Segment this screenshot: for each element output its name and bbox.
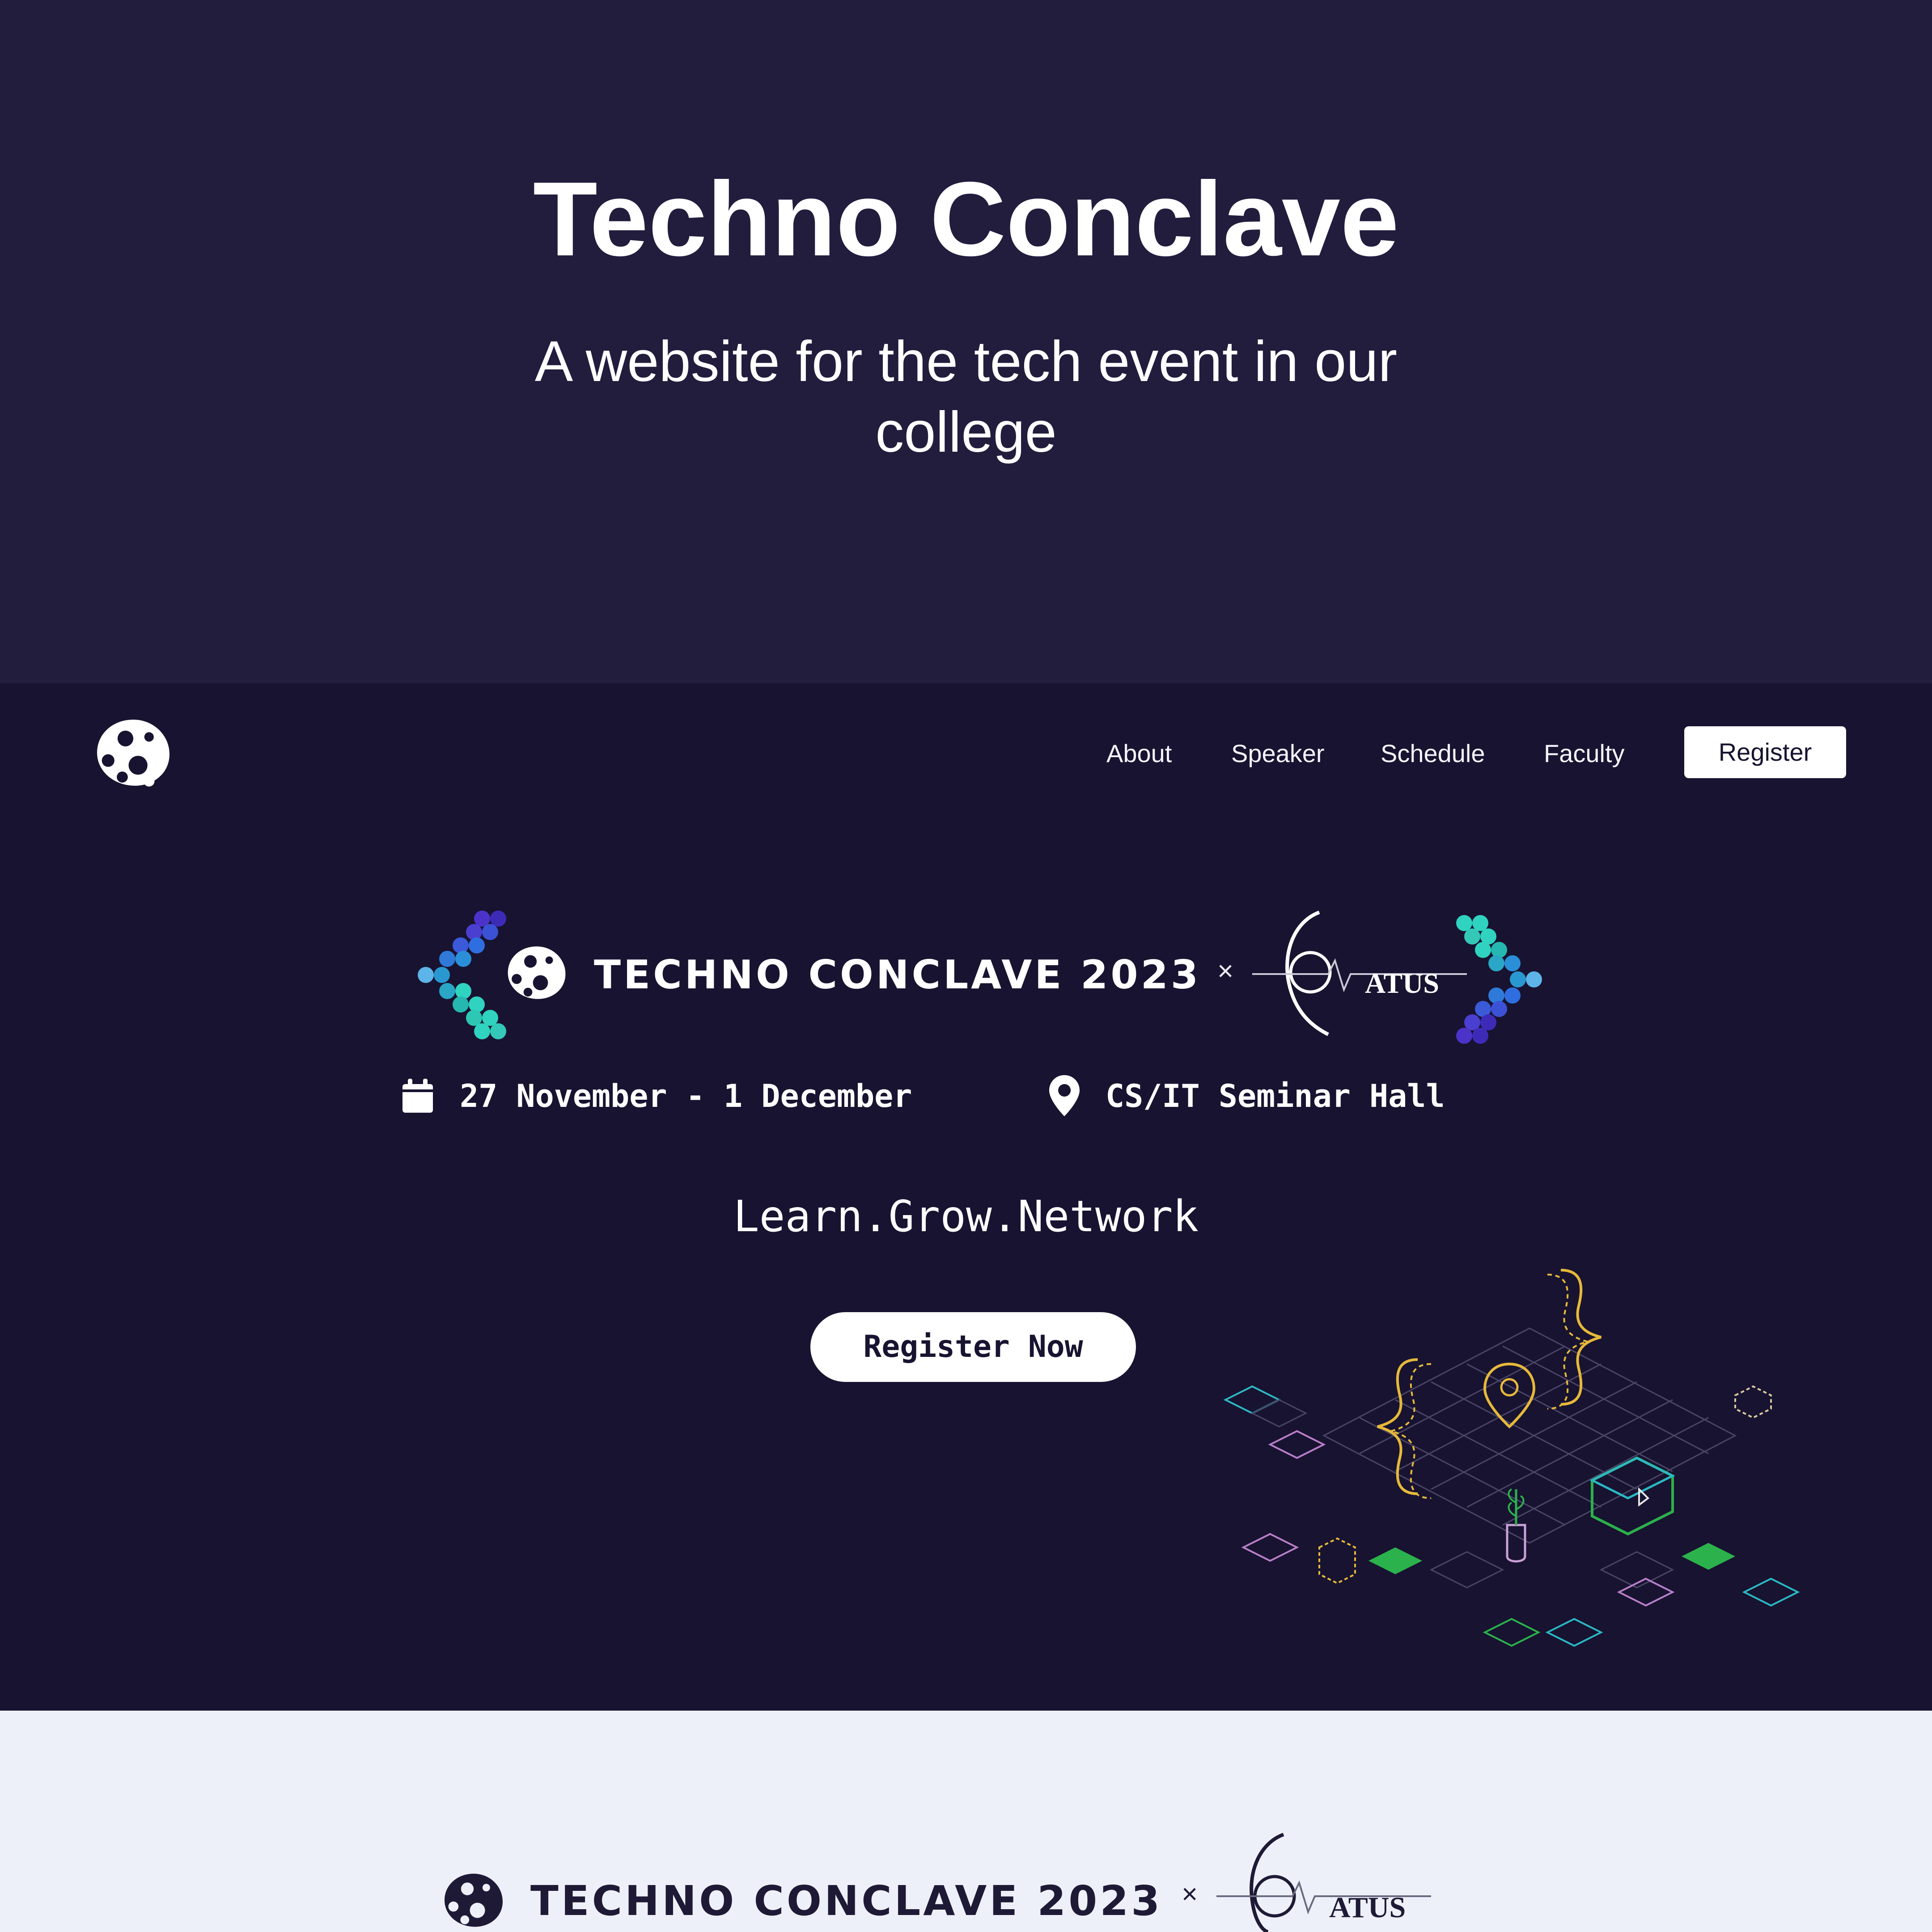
hero-tagline: Learn.Grow.Network [733,1191,1199,1241]
pixel-left-chevron-icon [418,911,506,1039]
nav-schedule[interactable]: Schedule [1381,738,1485,769]
nav-about[interactable]: About [1106,738,1172,769]
community-logo-icon [508,946,566,999]
event-venue: CS/IT Seminar Hall [1106,1078,1445,1114]
register-now-button[interactable]: Register Now [810,1312,1136,1382]
page-subtitle: A website for the tech event in our coll… [534,330,1398,464]
collab-symbol: × [1217,956,1234,987]
partner-name: ATUS [1365,967,1439,999]
isometric-tech-illustration [1223,1269,1800,1647]
calendar-icon [402,1079,433,1113]
banner-event-title: TECHNO CONCLAVE 2023 [594,952,1201,998]
nav-register-button[interactable]: Register [1684,726,1846,778]
footer-partner-name: ATUS [1329,1891,1406,1924]
footer-collab-symbol: × [1182,1879,1198,1910]
event-date: 27 November - 1 December [460,1078,912,1114]
footer-event-title: TECHNO CONCLAVE 2023 [530,1877,1163,1925]
top-nav: About Speaker Schedule Faculty [0,738,1932,769]
page-title: Techno Conclave [533,160,1399,278]
pixel-right-chevron-icon [1456,915,1542,1044]
community-logo-icon [445,1873,503,1927]
nav-speaker[interactable]: Speaker [1231,738,1325,769]
map-pin-icon [1049,1075,1080,1116]
intro-section: Techno Conclave A website for the tech e… [0,0,1932,683]
nav-faculty[interactable]: Faculty [1544,738,1625,769]
